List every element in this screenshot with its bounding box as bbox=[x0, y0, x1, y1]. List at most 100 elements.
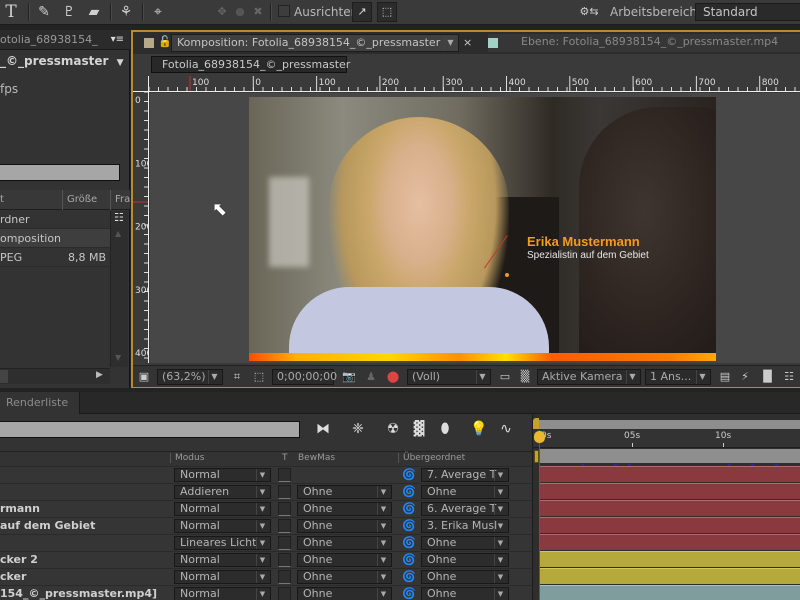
comp-marker-bar[interactable] bbox=[539, 449, 800, 463]
project-search-input[interactable] bbox=[0, 164, 120, 181]
layer-name[interactable]: auf dem Gebiet bbox=[0, 519, 95, 532]
parent-select[interactable]: 3. Erika Musl ▼ bbox=[421, 519, 509, 533]
horizontal-ruler[interactable]: 100 0 100 200 300 400 500 600 700 800 bbox=[149, 76, 800, 92]
column-frame[interactable]: Fra bbox=[110, 190, 130, 210]
snap-edges-button[interactable]: ↗ bbox=[352, 2, 372, 22]
layer-duration-bar[interactable] bbox=[539, 585, 800, 600]
layer-name[interactable]: 154_©_pressmaster.mp4] bbox=[0, 587, 157, 600]
show-snapshot-icon[interactable]: ♟ bbox=[363, 369, 379, 385]
layer-row[interactable]: Normal ▼ 🌀 7. Average T ▼ bbox=[0, 466, 532, 483]
column-size[interactable]: Größe bbox=[62, 190, 97, 210]
timeline-icon[interactable]: ▐▌ bbox=[759, 369, 776, 385]
region-of-interest-icon[interactable]: ▭ bbox=[497, 369, 513, 385]
dropdown-arrow-icon[interactable]: ▼ bbox=[117, 58, 124, 68]
preserve-transparency-checkbox[interactable] bbox=[278, 570, 291, 584]
blend-mode-select[interactable]: Normal ▼ bbox=[174, 570, 271, 584]
snap-checkbox[interactable] bbox=[278, 5, 290, 17]
layer-name[interactable]: cker 2 bbox=[0, 553, 38, 566]
parent-select[interactable]: Ohne ▼ bbox=[421, 485, 509, 499]
preserve-transparency-checkbox[interactable] bbox=[278, 587, 291, 600]
draft-3d-icon[interactable]: ❈ bbox=[347, 419, 369, 439]
layer-duration-bar[interactable] bbox=[539, 568, 800, 584]
layer-name[interactable]: rmann bbox=[0, 502, 40, 515]
brush-tool-icon[interactable]: ✎ bbox=[35, 3, 53, 21]
mask-visibility-icon[interactable]: ⬚ bbox=[251, 369, 267, 385]
parent-select[interactable]: Ohne ▼ bbox=[421, 536, 509, 550]
track-matte-select[interactable]: Ohne ▼ bbox=[297, 536, 392, 550]
project-item[interactable]: PEG 8,8 MB bbox=[0, 248, 110, 267]
parent-select[interactable]: 6. Average T ▼ bbox=[421, 502, 509, 516]
transparency-grid-icon[interactable]: ▒ bbox=[517, 369, 533, 385]
column-t[interactable]: T bbox=[282, 453, 288, 463]
close-tab-icon[interactable]: × bbox=[463, 36, 472, 49]
preserve-transparency-checkbox[interactable] bbox=[278, 502, 291, 516]
pickwhip-icon[interactable]: 🌀 bbox=[402, 519, 416, 532]
column-mode[interactable]: Modus bbox=[170, 453, 204, 463]
layer-row[interactable]: auf dem Gebiet Normal ▼ Ohne ▼ 🌀 3. Erika Musl… bbox=[0, 517, 532, 534]
parent-select[interactable]: Ohne ▼ bbox=[421, 570, 509, 584]
project-item[interactable]: omposition bbox=[0, 229, 110, 248]
blend-mode-select[interactable]: Lineares Licht ▼ bbox=[174, 536, 271, 550]
magnification-select[interactable]: (63,2%) ▼ bbox=[157, 369, 223, 385]
scroll-right-icon[interactable]: ▶ bbox=[96, 370, 103, 380]
time-graph[interactable]: 0s 05s 10s bbox=[532, 414, 800, 600]
project-horizontal-scrollbar[interactable]: ▶ bbox=[0, 368, 110, 384]
eraser-tool-icon[interactable]: ▰ bbox=[85, 3, 103, 21]
blend-mode-select[interactable]: Addieren ▼ bbox=[174, 485, 271, 499]
track-matte-select[interactable]: Ohne ▼ bbox=[297, 519, 392, 533]
parent-select[interactable]: 7. Average T ▼ bbox=[421, 468, 509, 482]
timeline-search-input[interactable] bbox=[0, 421, 300, 438]
flowchart-icon[interactable]: ☷ bbox=[114, 211, 124, 224]
frame-blending-icon[interactable]: ▓ bbox=[408, 419, 430, 439]
layer-duration-bar[interactable] bbox=[539, 483, 800, 499]
parent-select[interactable]: Ohne ▼ bbox=[421, 587, 509, 600]
color-channels-icon[interactable]: ⬤ bbox=[385, 369, 401, 385]
local-axis-icon[interactable]: ✥ bbox=[215, 3, 229, 21]
layer-row[interactable]: 154_©_pressmaster.mp4] Normal ▼ Ohne ▼ 🌀 Ohne ▼ bbox=[0, 585, 532, 600]
resolution-select[interactable]: (Voll) ▼ bbox=[407, 369, 491, 385]
chevron-down-icon[interactable]: ▼ bbox=[444, 35, 456, 51]
layer-row[interactable]: Addieren ▼ Ohne ▼ 🌀 Ohne ▼ bbox=[0, 483, 532, 500]
pickwhip-icon[interactable]: 🌀 bbox=[402, 587, 416, 600]
comp-navigator-tab[interactable]: Fotolia_68938154_©_pressmaster bbox=[151, 56, 350, 73]
layer-row[interactable]: Lineares Licht ▼ Ohne ▼ 🌀 Ohne ▼ bbox=[0, 534, 532, 551]
project-tab[interactable]: otolia_68938154_ ▾≡ bbox=[0, 30, 130, 50]
vertical-ruler[interactable]: 0 100 200 300 400 bbox=[133, 92, 149, 363]
column-trkmat[interactable]: BewMas bbox=[298, 453, 335, 463]
track-matte-select[interactable]: Ohne ▼ bbox=[297, 553, 392, 567]
parent-select[interactable]: Ohne ▼ bbox=[421, 553, 509, 567]
tab-layer[interactable]: Ebene: Fotolia_68938154_©_pressmaster.mp… bbox=[488, 34, 800, 52]
work-area-start-handle[interactable] bbox=[533, 418, 539, 429]
snapshot-camera-icon[interactable]: 📷 bbox=[341, 369, 357, 385]
lock-icon[interactable]: 🔓 bbox=[158, 35, 172, 48]
view-axis-icon[interactable]: ✖ bbox=[251, 3, 265, 21]
track-matte-select[interactable]: Ohne ▼ bbox=[297, 587, 392, 600]
layer-duration-bar[interactable] bbox=[539, 500, 800, 516]
type-tool-icon[interactable]: T bbox=[2, 3, 20, 21]
playhead-line[interactable] bbox=[539, 430, 540, 600]
pickwhip-icon[interactable]: 🌀 bbox=[402, 536, 416, 549]
blend-mode-select[interactable]: Normal ▼ bbox=[174, 502, 271, 516]
clone-stamp-tool-icon[interactable]: ♇ bbox=[60, 3, 78, 21]
preserve-transparency-checkbox[interactable] bbox=[278, 485, 291, 499]
panel-menu-icon[interactable]: ▾≡ bbox=[111, 30, 124, 49]
preserve-transparency-checkbox[interactable] bbox=[278, 519, 291, 533]
world-axis-icon[interactable]: ● bbox=[233, 3, 247, 21]
layer-duration-bar[interactable] bbox=[539, 551, 800, 567]
motion-blur-icon[interactable]: ⬮ bbox=[434, 419, 456, 439]
column-parent[interactable]: Übergeordnet bbox=[398, 453, 465, 463]
pickwhip-icon[interactable]: 🌀 bbox=[402, 502, 416, 515]
always-preview-icon[interactable]: ▣ bbox=[136, 369, 152, 385]
snap-features-button[interactable]: ⬚ bbox=[377, 2, 397, 22]
track-matte-select[interactable]: Ohne ▼ bbox=[297, 502, 392, 516]
layer-row[interactable]: rmann Normal ▼ Ohne ▼ 🌀 6. Average T ▼ bbox=[0, 500, 532, 517]
comp-mini-flowchart-icon[interactable]: ⧓ bbox=[312, 419, 334, 439]
pickwhip-icon[interactable]: 🌀 bbox=[402, 485, 416, 498]
view-layout-select[interactable]: 1 Ans... ▼ bbox=[645, 369, 711, 385]
timecode-display[interactable]: 0;00;00;00 bbox=[272, 369, 337, 385]
pickwhip-icon[interactable]: 🌀 bbox=[402, 468, 416, 481]
layer-duration-bar[interactable] bbox=[539, 466, 800, 482]
layer-row[interactable]: cker 2 Normal ▼ Ohne ▼ 🌀 Ohne ▼ bbox=[0, 551, 532, 568]
blend-mode-select[interactable]: Normal ▼ bbox=[174, 468, 271, 482]
playhead-handle[interactable] bbox=[534, 431, 545, 443]
